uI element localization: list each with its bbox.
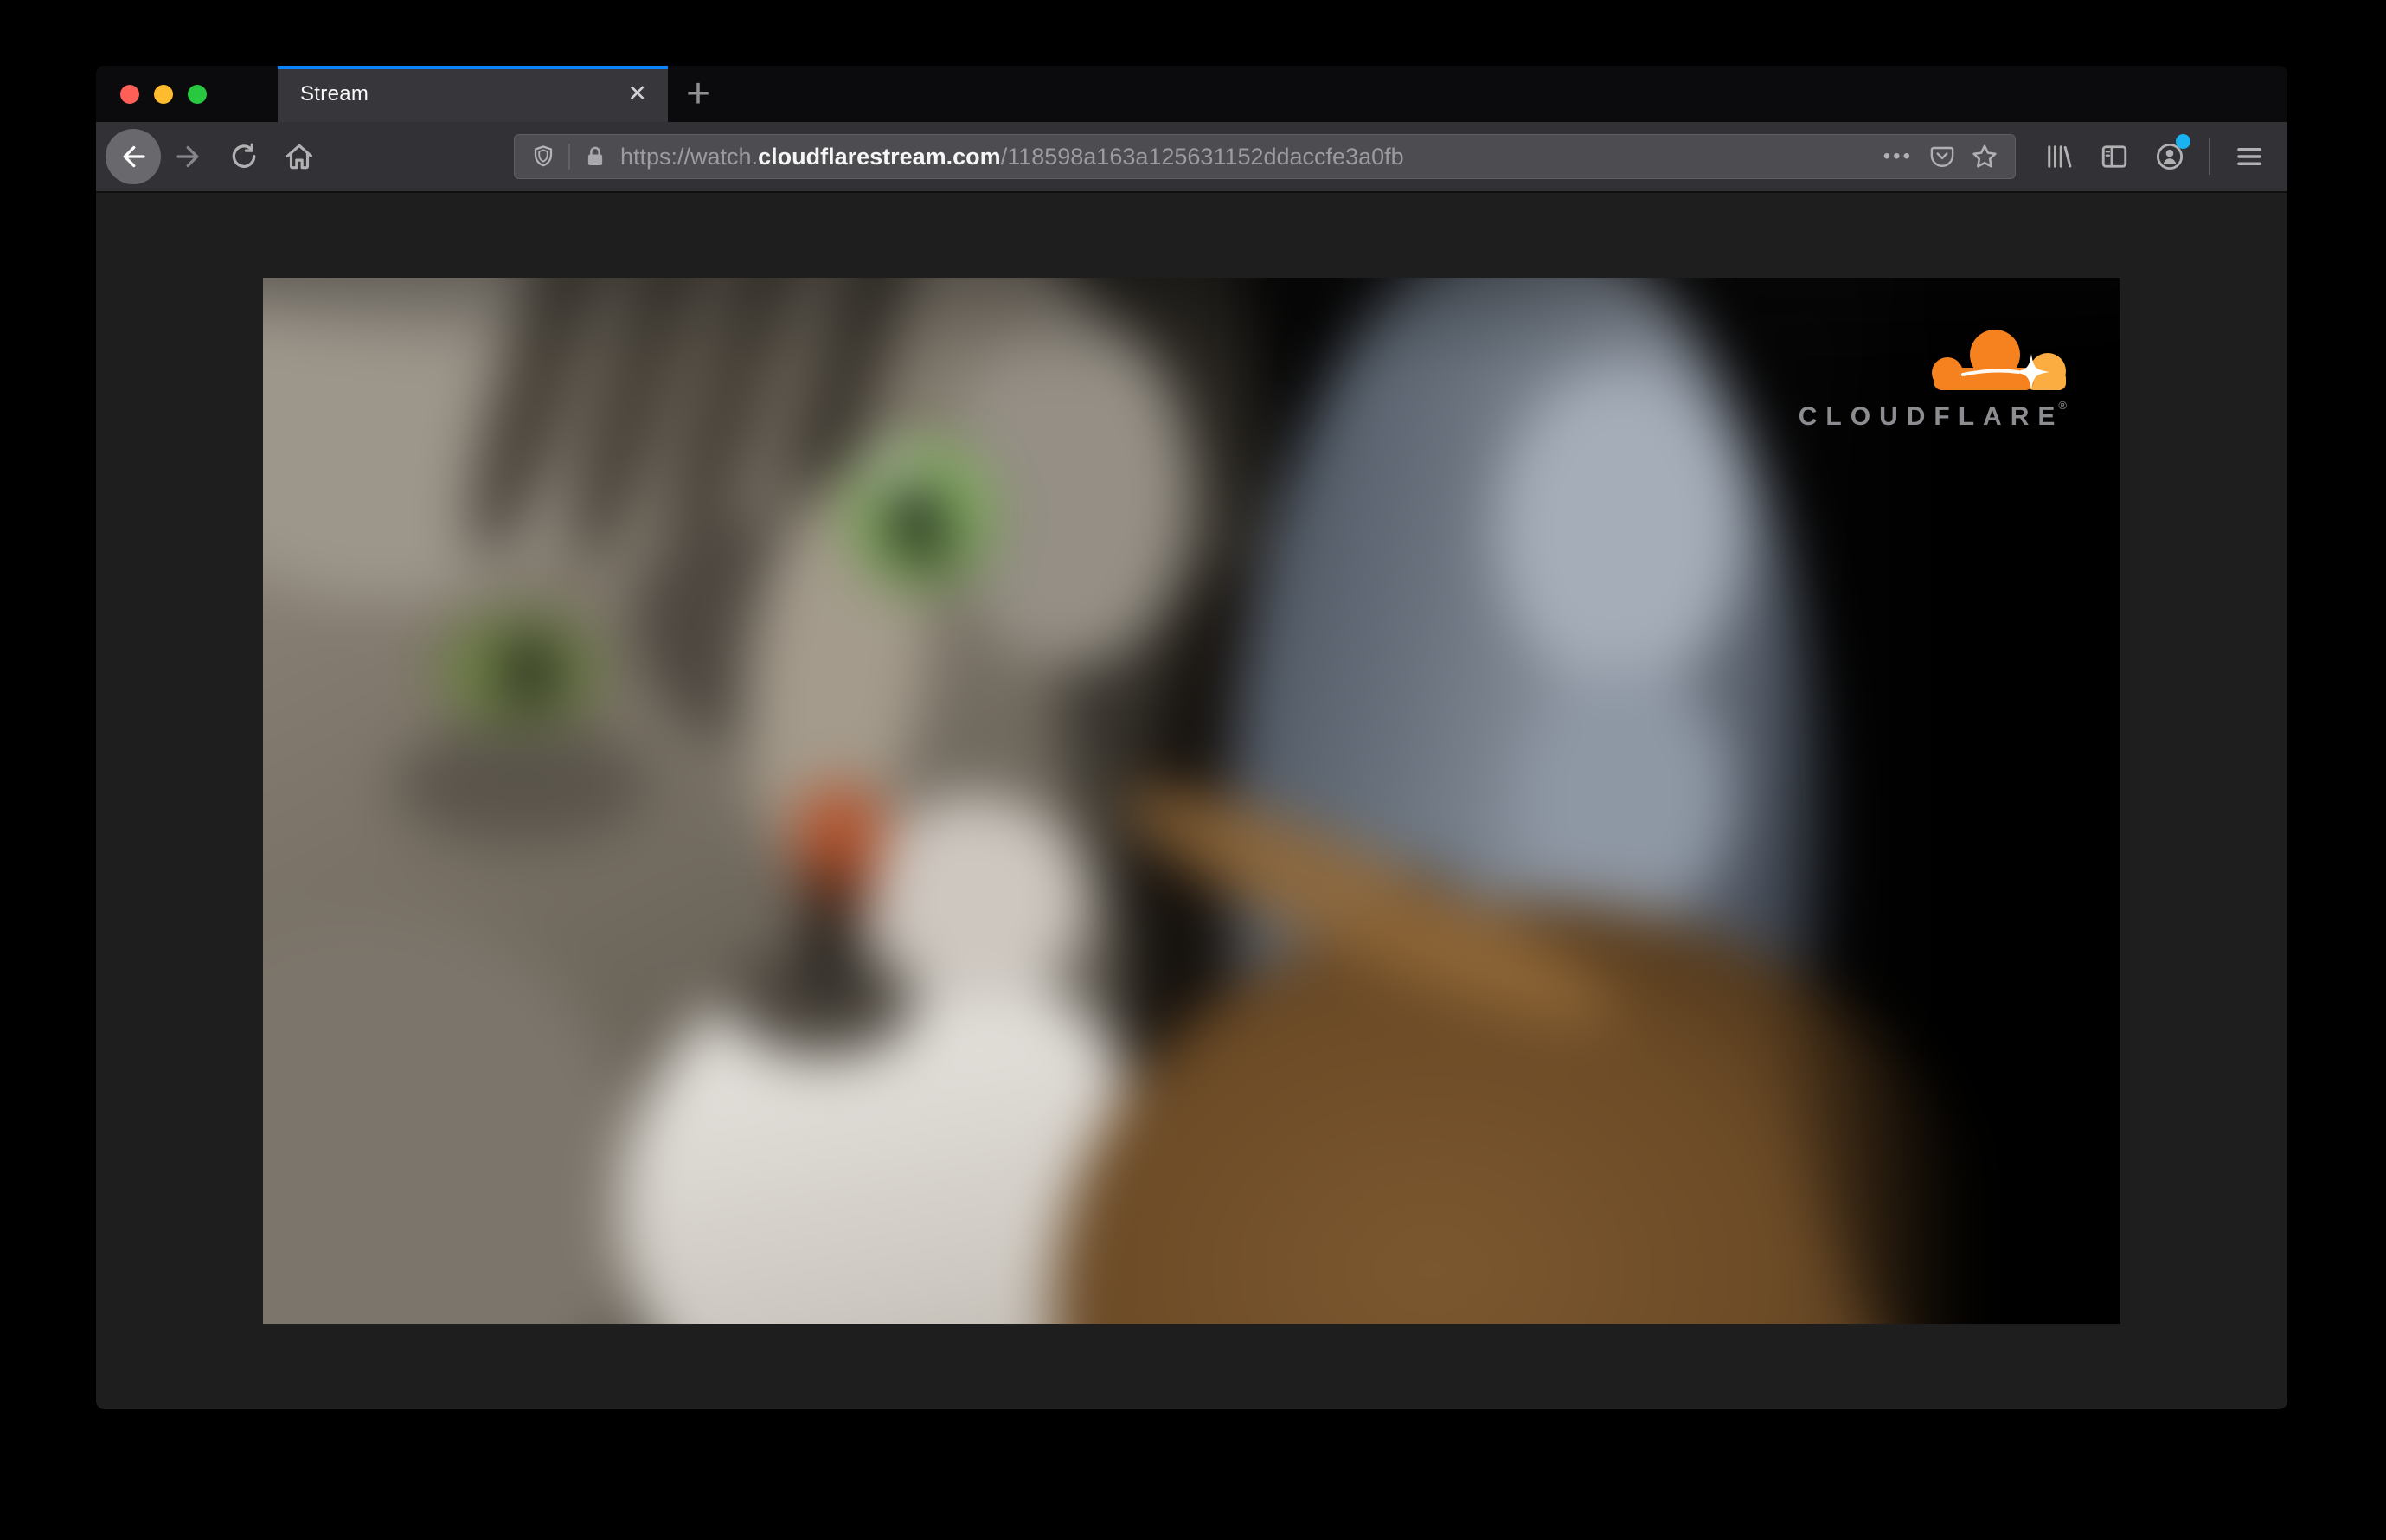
new-tab-button[interactable]: + xyxy=(675,66,722,122)
account-button[interactable] xyxy=(2144,131,2196,183)
toolbar-divider xyxy=(2209,138,2210,175)
lock-icon[interactable] xyxy=(582,144,608,170)
url-domain: cloudflarestream.com xyxy=(758,143,1001,170)
sidebar-button[interactable] xyxy=(2088,131,2140,183)
navigation-toolbar: https://watch.cloudflarestream.com/11859… xyxy=(96,122,2287,193)
sidebar-icon xyxy=(2101,145,2127,168)
pocket-button[interactable] xyxy=(1928,143,1956,170)
url-prefix: https://watch. xyxy=(620,143,759,170)
back-button[interactable] xyxy=(106,129,161,184)
pocket-icon xyxy=(1930,146,1954,167)
video-player[interactable]: CLOUDFLARE® xyxy=(263,277,2120,1324)
cloudflare-cloud-icon xyxy=(1932,329,2066,390)
video-frame-cat xyxy=(263,277,2120,1324)
window-minimize-button[interactable] xyxy=(154,84,173,104)
cloudflare-watermark: CLOUDFLARE® xyxy=(1799,328,2067,432)
reload-button[interactable] xyxy=(218,131,270,183)
tab-stream[interactable]: Stream ✕ xyxy=(278,66,668,122)
home-button[interactable] xyxy=(273,131,325,183)
page-content: CLOUDFLARE® xyxy=(96,193,2287,1408)
reload-icon xyxy=(232,143,256,168)
tab-title: Stream xyxy=(300,81,369,106)
browser-window: Stream ✕ + https://watch.cloudflarestrea… xyxy=(96,66,2287,1409)
tab-close-icon[interactable]: ✕ xyxy=(622,79,652,109)
tracking-protection-shield-icon[interactable] xyxy=(530,144,556,170)
hamburger-menu-icon xyxy=(2237,147,2261,166)
forward-arrow-icon xyxy=(176,145,199,168)
url-bar[interactable]: https://watch.cloudflarestream.com/11859… xyxy=(514,134,2016,179)
account-notification-badge xyxy=(2176,134,2190,149)
urlbar-divider xyxy=(568,144,570,170)
page-actions-button[interactable]: ••• xyxy=(1883,144,1913,169)
library-icon xyxy=(2048,145,2072,168)
menu-button[interactable] xyxy=(2223,131,2275,183)
bookmark-button[interactable] xyxy=(1970,142,1999,171)
registered-trademark-symbol: ® xyxy=(2058,398,2067,412)
window-zoom-button[interactable] xyxy=(188,84,207,104)
bookmark-star-icon xyxy=(1972,144,1997,168)
forward-button[interactable] xyxy=(163,131,215,183)
back-arrow-icon xyxy=(123,145,145,168)
library-button[interactable] xyxy=(2033,131,2085,183)
url-text[interactable]: https://watch.cloudflarestream.com/11859… xyxy=(620,144,1873,170)
url-path: /118598a163a125631152ddaccfe3a0fb xyxy=(1000,143,1404,170)
home-icon xyxy=(285,144,313,170)
window-close-button[interactable] xyxy=(120,84,139,104)
tab-bar: Stream ✕ + xyxy=(96,66,2287,122)
window-controls xyxy=(96,66,278,122)
cloudflare-wordmark: CLOUDFLARE® xyxy=(1798,398,2067,431)
